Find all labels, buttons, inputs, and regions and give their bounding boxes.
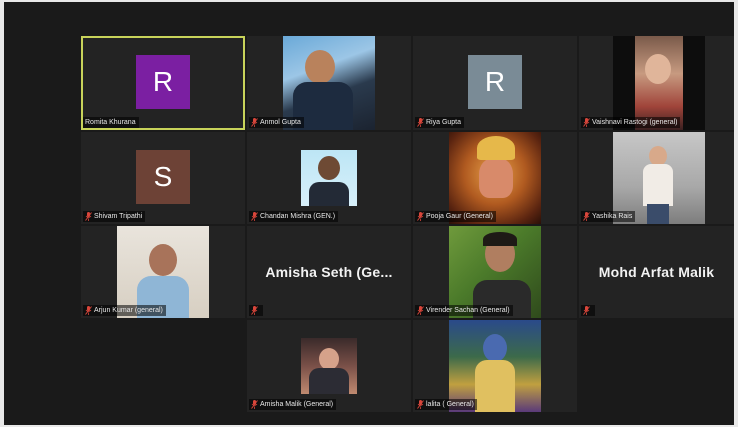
- mic-muted-icon: [85, 212, 92, 221]
- mic-muted-icon: [417, 400, 424, 409]
- participant-display-name: Amisha Seth (Ge...: [265, 264, 393, 280]
- participant-name-tag: lalita ( General): [415, 399, 477, 410]
- participant-name: Chandan Mishra (GEN.): [260, 213, 336, 220]
- mic-muted-icon: [417, 118, 424, 127]
- participant-tile-yashika-rais[interactable]: Yashika Rais: [579, 132, 734, 224]
- participant-tile-amisha-malik[interactable]: Amisha Malik (General): [247, 320, 411, 412]
- participant-name-tag: [581, 305, 595, 316]
- avatar: R: [468, 55, 522, 109]
- participant-tile-chandan-mishra[interactable]: Chandan Mishra (GEN.): [247, 132, 411, 224]
- participant-tile-pooja-gaur[interactable]: Pooja Gaur (General): [413, 132, 577, 224]
- participant-video: [301, 150, 357, 206]
- mic-muted-icon: [251, 306, 258, 315]
- participant-tile-anmol-gupta[interactable]: Anmol Gupta: [247, 36, 411, 130]
- participant-name: Yashika Rais: [592, 213, 633, 220]
- mic-muted-icon: [583, 306, 590, 315]
- participant-name-tag: [249, 305, 263, 316]
- participant-name: Shivam Tripathi: [94, 213, 143, 220]
- participant-name: Pooja Gaur (General): [426, 213, 493, 220]
- participant-tile-riya-gupta[interactable]: R Riya Gupta: [413, 36, 577, 130]
- participant-name: Anmol Gupta: [260, 119, 301, 126]
- participant-video: [283, 36, 375, 130]
- participant-name: Amisha Malik (General): [260, 401, 334, 408]
- participant-name: Virender Sachan (General): [426, 307, 510, 314]
- participant-name-tag: Amisha Malik (General): [249, 399, 337, 410]
- participant-tile-virender-sachan[interactable]: Virender Sachan (General): [413, 226, 577, 318]
- participant-name-tag: Romita Khurana: [83, 117, 139, 128]
- participant-name-tag: Anmol Gupta: [249, 117, 304, 128]
- mic-muted-icon: [251, 400, 258, 409]
- mic-muted-icon: [417, 306, 424, 315]
- participant-tile-vaishnavi-rastogi[interactable]: Vaishnavi Rastogi (general): [579, 36, 734, 130]
- mic-muted-icon: [417, 212, 424, 221]
- participant-tile-romita-khurana[interactable]: R Romita Khurana: [81, 36, 245, 130]
- participant-name-tag: Chandan Mishra (GEN.): [249, 211, 339, 222]
- mic-muted-icon: [583, 212, 590, 221]
- participant-name-tag: Vaishnavi Rastogi (general): [581, 117, 681, 128]
- participant-name-tag: Virender Sachan (General): [415, 305, 513, 316]
- top-bar: [4, 2, 734, 34]
- participant-tile-amisha-seth[interactable]: Amisha Seth (Ge...: [247, 226, 411, 318]
- mic-muted-icon: [251, 118, 258, 127]
- participant-video: [301, 338, 357, 394]
- participant-name: Vaishnavi Rastogi (general): [592, 119, 678, 126]
- participant-name-tag: Yashika Rais: [581, 211, 636, 222]
- avatar: S: [136, 150, 190, 204]
- mic-muted-icon: [251, 212, 258, 221]
- participant-name-tag: Shivam Tripathi: [83, 211, 146, 222]
- participant-tile-mohd-arfat-malik[interactable]: Mohd Arfat Malik: [579, 226, 734, 318]
- mic-muted-icon: [85, 306, 92, 315]
- participant-tile-arjun-kumar[interactable]: Arjun Kumar (general): [81, 226, 245, 318]
- zoom-gallery-view: R Romita Khurana Anmol Gupta R Riya Gupt…: [4, 2, 734, 425]
- participant-name: Riya Gupta: [426, 119, 462, 126]
- participant-name: Romita Khurana: [85, 119, 136, 126]
- avatar: R: [136, 55, 190, 109]
- participant-tile-shivam-tripathi[interactable]: S Shivam Tripathi: [81, 132, 245, 224]
- participant-name-tag: Arjun Kumar (general): [83, 305, 166, 316]
- mic-muted-icon: [583, 118, 590, 127]
- participant-name-tag: Riya Gupta: [415, 117, 465, 128]
- participant-tile-lalita[interactable]: lalita ( General): [413, 320, 577, 412]
- participant-video: [613, 36, 705, 130]
- participant-name: Arjun Kumar (general): [94, 307, 163, 314]
- participant-name-tag: Pooja Gaur (General): [415, 211, 496, 222]
- participant-display-name: Mohd Arfat Malik: [598, 264, 715, 280]
- participant-name: lalita ( General): [426, 401, 474, 408]
